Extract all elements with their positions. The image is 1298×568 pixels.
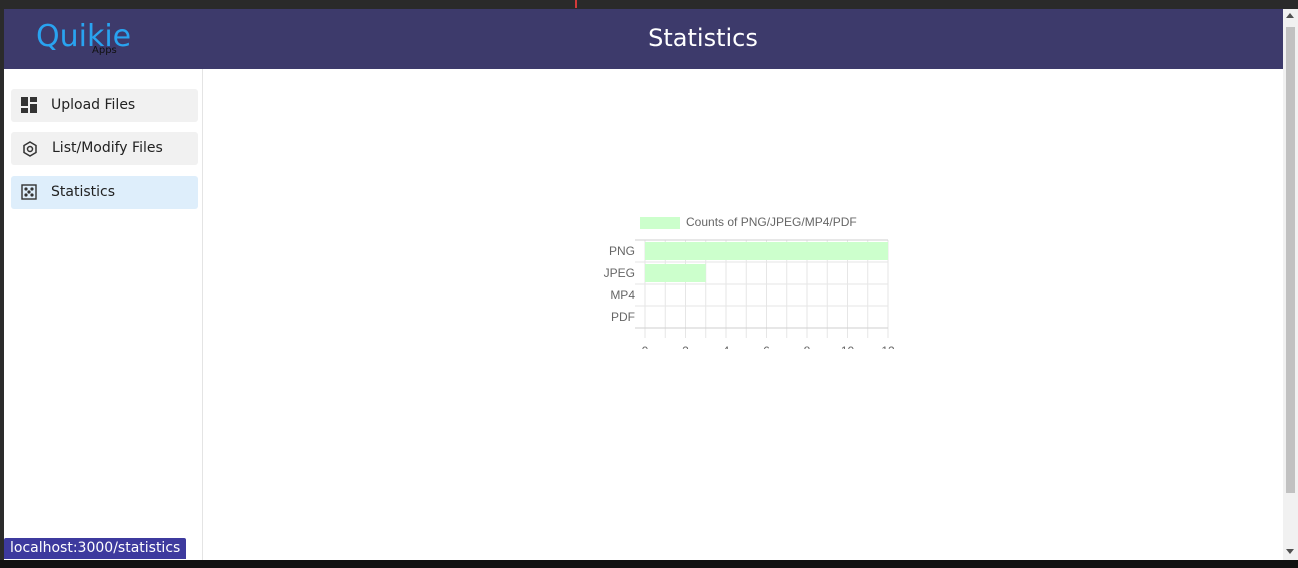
scroll-up-arrow-icon[interactable] (1286, 13, 1294, 18)
x-tick-label: 4 (723, 344, 730, 349)
category-label: PNG (609, 244, 635, 258)
page-title: Statistics (648, 24, 758, 52)
sidebar-item-list-modify-files[interactable]: List/Modify Files (11, 132, 198, 165)
bar-jpeg (645, 264, 706, 282)
sidebar-item-label: List/Modify Files (52, 140, 163, 156)
app-window: Quikie Apps Statistics Upload Files List… (4, 9, 1283, 560)
status-bar-url: localhost:3000/statistics (4, 538, 187, 559)
app-header: Quikie Apps Statistics (4, 9, 1283, 69)
settings-icon (23, 141, 37, 157)
legend-swatch (640, 217, 680, 229)
browser-top-strip (0, 0, 1298, 9)
vertical-scrollbar[interactable] (1283, 9, 1298, 560)
category-label: JPEG (604, 266, 635, 280)
statistics-chart: Counts of PNG/JPEG/MP4/PDF PNG JPEG MP4 PDF 0… (579, 199, 909, 358)
bar-chart: Counts of PNG/JPEG/MP4/PDF PNG JPEG MP4 PDF 0… (604, 215, 895, 358)
dashboard-icon (21, 97, 37, 113)
sidebar-item-label: Statistics (51, 184, 115, 200)
scroll-thumb[interactable] (1286, 27, 1295, 493)
x-tick-label: 0 (642, 344, 649, 349)
chart-icon (21, 184, 37, 200)
x-tick-label: 6 (763, 344, 770, 349)
bar-png (645, 242, 888, 260)
sidebar-item-upload-files[interactable]: Upload Files (11, 89, 198, 122)
sidebar-item-statistics[interactable]: Statistics (11, 176, 198, 209)
x-tick-label: 8 (804, 344, 811, 349)
scroll-down-arrow-icon[interactable] (1286, 549, 1294, 554)
legend-label: Counts of PNG/JPEG/MP4/PDF (686, 215, 857, 229)
window-bottom-edge (0, 560, 1298, 568)
category-label: MP4 (610, 288, 635, 302)
x-tick-label: 10 (841, 344, 855, 349)
x-tick-label: 12 (881, 344, 895, 349)
category-label: PDF (611, 310, 635, 324)
red-indicator (575, 0, 577, 8)
sidebar: Upload Files List/Modify Files Statistic… (4, 69, 203, 560)
x-tick-label: 2 (682, 344, 689, 349)
sidebar-item-label: Upload Files (51, 97, 136, 113)
